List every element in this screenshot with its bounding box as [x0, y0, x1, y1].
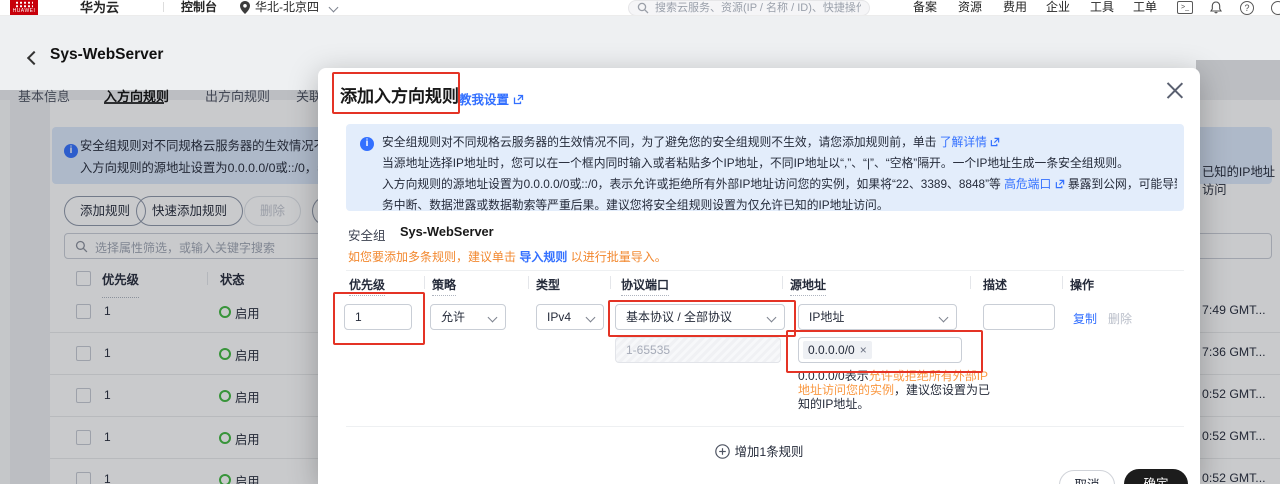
- add-one-rule-button[interactable]: 增加1条规则: [318, 442, 1200, 460]
- col-source: 源地址: [790, 276, 827, 296]
- delete-action[interactable]: 删除: [1108, 310, 1132, 327]
- region-selector[interactable]: 华北-北京四: [255, 0, 319, 15]
- col-priority: 优先级: [349, 276, 386, 296]
- huawei-logo-word: HUAWEI: [12, 8, 36, 14]
- priority-input[interactable]: 1: [344, 304, 412, 330]
- account-icon[interactable]: [1271, 1, 1280, 15]
- source-warning-l3: 知的IP地址。: [798, 397, 870, 411]
- table-top-divider: [346, 270, 1184, 271]
- confirm-button[interactable]: 确定: [1124, 469, 1188, 484]
- brand-huaweicloud[interactable]: 华为云: [80, 0, 119, 15]
- column-divider: [1062, 276, 1063, 289]
- strategy-select[interactable]: 允许: [430, 304, 506, 330]
- column-divider: [970, 276, 971, 289]
- import-tip-pre: 如您要添加多条规则，建议单击: [348, 250, 520, 264]
- high-risk-ports-link[interactable]: 高危端口: [1004, 177, 1051, 191]
- column-divider: [782, 276, 783, 289]
- dialog-title: 添加入方向规则: [340, 87, 459, 106]
- source-warning-l1a: 0.0.0.0/0表示: [798, 369, 869, 383]
- location-pin-icon: [240, 1, 250, 15]
- search-icon: [637, 2, 649, 15]
- column-divider: [528, 276, 529, 289]
- col-actions: 操作: [1070, 278, 1095, 292]
- add-one-rule-label: 增加1条规则: [734, 445, 804, 459]
- menu-beian[interactable]: 备案: [913, 0, 937, 15]
- security-group-value: Sys-WebServer: [400, 224, 494, 239]
- modal-backdrop-corner: [1196, 60, 1280, 90]
- menu-ticket[interactable]: 工单: [1133, 0, 1157, 15]
- table-bottom-divider: [346, 426, 1184, 427]
- protocol-select[interactable]: 基本协议 / 全部协议: [615, 304, 785, 330]
- external-link-icon: [1055, 175, 1065, 196]
- import-rules-link[interactable]: 导入规则: [519, 250, 567, 264]
- huawei-flower-icon: [15, 1, 33, 8]
- import-tip-post: 以进行批量导入。: [567, 250, 667, 264]
- screen: HUAWEI 华为云 控制台 华北-北京四 搜索云服务、资源(IP / 名称 /…: [0, 0, 1280, 484]
- chevron-down-icon: [585, 312, 596, 323]
- info-icon: [360, 137, 374, 151]
- chevron-down-icon: [487, 312, 498, 323]
- security-group-label: 安全组: [348, 229, 386, 243]
- port-range-input[interactable]: 1-65535: [615, 337, 781, 363]
- help-icon[interactable]: ?: [1240, 1, 1254, 15]
- teach-me-link-label: 教我设置: [459, 93, 510, 107]
- description-input[interactable]: [983, 304, 1055, 330]
- strategy-value: 允许: [441, 310, 466, 324]
- top-bar: HUAWEI 华为云 控制台 华北-北京四 搜索云服务、资源(IP / 名称 /…: [0, 0, 1280, 16]
- type-value: IPv4: [547, 310, 572, 324]
- column-divider: [424, 276, 425, 289]
- col-strategy: 策略: [432, 276, 457, 296]
- column-divider: [610, 276, 611, 289]
- cli-terminal-icon[interactable]: >_: [1177, 1, 1193, 14]
- col-protocol-port: 协议端口: [621, 276, 670, 296]
- menu-resources[interactable]: 资源: [958, 0, 982, 15]
- source-warning-l1b: 允许或拒绝所有外部IP: [868, 369, 989, 383]
- protocol-value: 基本协议 / 全部协议: [626, 310, 733, 324]
- source-warning-l2a: 地址访问您的实例: [798, 383, 895, 397]
- alert-line1-text: 安全组规则对不同规格云服务器的生效情况不同，为了避免您的安全组规则不生效，请您添…: [382, 135, 940, 149]
- menu-tools[interactable]: 工具: [1090, 0, 1114, 15]
- page-title: Sys-WebServer: [50, 46, 164, 63]
- learn-more-link[interactable]: 了解详情: [940, 135, 987, 149]
- ip-tag-chip: 0.0.0.0/0: [803, 341, 872, 359]
- chevron-down-icon: [938, 312, 949, 323]
- menu-billing[interactable]: 费用: [1003, 0, 1027, 15]
- close-icon[interactable]: [1166, 79, 1184, 99]
- alert-line4-text: 务中断、数据泄露或数据勒索等严重后果。建议您将安全组规则设置为仅允许已知的IP地…: [382, 198, 889, 212]
- add-inbound-rule-dialog: 添加入方向规则 教我设置 安全组规则对不同规格云服务器的生效情况不同，为了避免您…: [318, 68, 1200, 484]
- topbar-divider: [163, 2, 164, 12]
- plus-circle-icon: [714, 444, 730, 459]
- copy-action[interactable]: 复制: [1073, 310, 1097, 327]
- type-select[interactable]: IPv4: [536, 304, 604, 330]
- ip-tag-value: 0.0.0.0/0: [808, 343, 855, 357]
- notification-bell-icon[interactable]: [1209, 1, 1223, 15]
- back-icon[interactable]: [26, 50, 42, 66]
- huawei-logo[interactable]: HUAWEI: [10, 0, 38, 15]
- source-warning-l2b: ，建议您设置为已: [894, 383, 991, 397]
- alert-line3-text-post: 暴露到公网，可能导致网络入侵，造成业: [1067, 177, 1177, 191]
- chevron-down-icon: [328, 2, 339, 13]
- alert-line3-text: 入方向规则的源地址设置为0.0.0.0/0或::/0，表示允许或拒绝所有外部IP…: [382, 177, 1005, 191]
- global-search-placeholder: 搜索云服务、资源(IP / 名称 / ID)、快捷操作...: [655, 2, 861, 14]
- menu-enterprise[interactable]: 企业: [1046, 0, 1070, 15]
- external-link-icon: [513, 94, 524, 108]
- col-type: 类型: [536, 278, 561, 292]
- source-type-value: IP地址: [809, 310, 845, 324]
- col-description: 描述: [983, 278, 1008, 292]
- import-tip: 如您要添加多条规则，建议单击 导入规则 以进行批量导入。: [348, 248, 667, 265]
- source-type-select[interactable]: IP地址: [798, 304, 957, 330]
- cancel-button[interactable]: 取消: [1059, 470, 1115, 484]
- remove-tag-icon[interactable]: [860, 343, 867, 357]
- alert-line2-text: 当源地址选择IP地址时，您可以在一个框内同时输入或者粘贴多个IP地址，不同IP地…: [382, 156, 1129, 170]
- chevron-down-icon: [766, 312, 777, 323]
- console-link[interactable]: 控制台: [181, 0, 217, 15]
- source-ip-input[interactable]: 0.0.0.0/0: [798, 337, 962, 363]
- dialog-info-alert: 安全组规则对不同规格云服务器的生效情况不同，为了避免您的安全组规则不生效，请您添…: [346, 124, 1184, 212]
- external-link-icon: [990, 133, 1000, 154]
- teach-me-link[interactable]: 教我设置: [459, 89, 524, 108]
- global-search-input[interactable]: 搜索云服务、资源(IP / 名称 / ID)、快捷操作...: [628, 0, 870, 15]
